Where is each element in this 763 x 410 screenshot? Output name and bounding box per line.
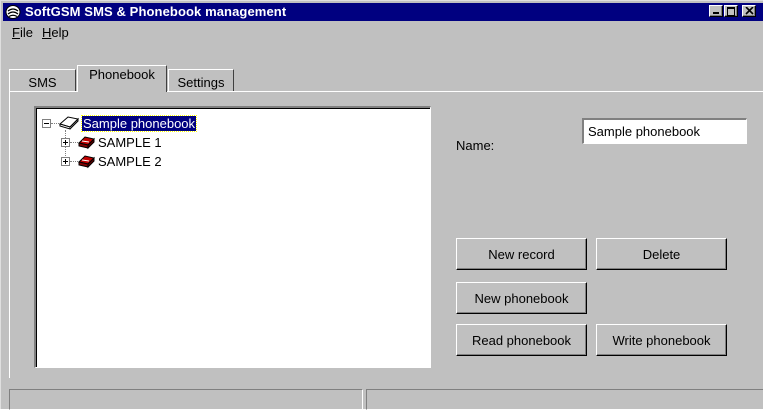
maximize-icon[interactable]: [724, 5, 738, 17]
tab-phonebook[interactable]: Phonebook: [77, 65, 167, 92]
tree-node-root-label[interactable]: Sample phonebook: [80, 115, 198, 132]
tab-sms[interactable]: SMS: [9, 69, 76, 91]
read-phonebook-button[interactable]: Read phonebook: [456, 324, 587, 356]
book-icon: [58, 116, 80, 130]
menu-bar: File Help: [3, 23, 763, 41]
expand-icon[interactable]: [61, 157, 70, 166]
write-phonebook-button[interactable]: Write phonebook: [596, 324, 727, 356]
window-title: SoftGSM SMS & Phonebook management: [25, 4, 287, 19]
status-pane-2: [366, 389, 763, 410]
tree-node-root[interactable]: Sample phonebook: [42, 115, 422, 134]
name-field[interactable]: [582, 118, 747, 144]
phonebook-tree[interactable]: Sample phonebook SAMPLE 1 SAMPLE 2: [34, 106, 431, 368]
phone-icon: [78, 136, 95, 150]
menu-help[interactable]: Help: [42, 25, 69, 40]
menu-file[interactable]: File: [12, 25, 33, 40]
tree-node-sample-2-label[interactable]: SAMPLE 2: [98, 154, 162, 169]
phone-icon: [78, 155, 95, 169]
app-window: SoftGSM SMS & Phonebook management File …: [0, 0, 763, 410]
tab-settings[interactable]: Settings: [168, 69, 234, 91]
delete-button[interactable]: Delete: [596, 238, 727, 270]
title-bar[interactable]: SoftGSM SMS & Phonebook management: [3, 3, 763, 21]
collapse-icon[interactable]: [42, 119, 51, 128]
status-pane-1: [9, 389, 363, 410]
new-phonebook-button[interactable]: New phonebook: [456, 282, 587, 314]
status-bar: [9, 389, 763, 410]
name-label: Name:: [456, 138, 495, 153]
tree-node-sample-1[interactable]: SAMPLE 1: [61, 134, 261, 152]
tree-node-sample-2[interactable]: SAMPLE 2: [61, 153, 261, 171]
tree-node-sample-1-label[interactable]: SAMPLE 1: [98, 135, 162, 150]
phone-icon: [5, 5, 21, 19]
minimize-icon[interactable]: [709, 5, 723, 17]
new-record-button[interactable]: New record: [456, 238, 587, 270]
expand-icon[interactable]: [61, 138, 70, 147]
close-icon[interactable]: [742, 5, 756, 17]
